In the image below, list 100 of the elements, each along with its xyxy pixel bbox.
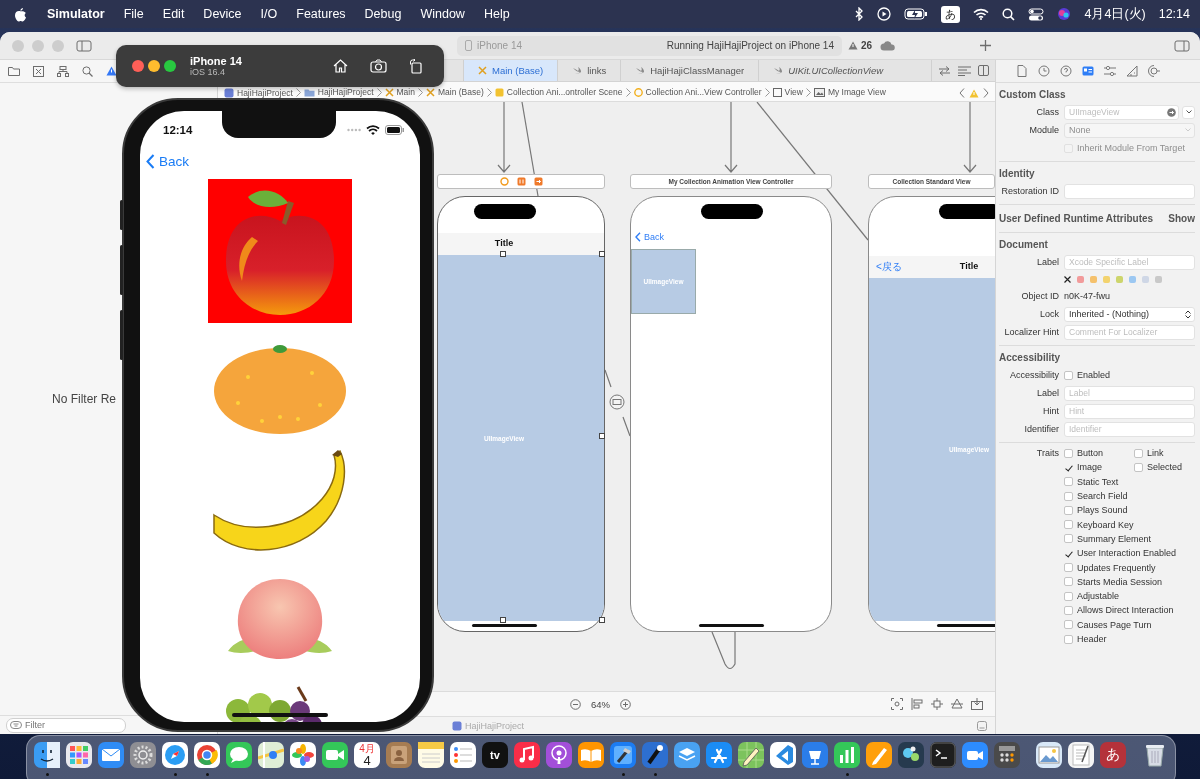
checkbox[interactable] xyxy=(1064,505,1073,515)
close-button[interactable] xyxy=(132,60,144,72)
segue-icon[interactable] xyxy=(609,394,625,410)
cloud-icon[interactable] xyxy=(880,40,896,51)
connection-icon[interactable] xyxy=(1148,65,1160,77)
resize-handle[interactable] xyxy=(599,617,605,623)
editor-tab[interactable]: links xyxy=(557,60,621,81)
checkbox[interactable] xyxy=(1064,591,1073,601)
scene-header[interactable] xyxy=(437,174,605,189)
triangle-icon[interactable] xyxy=(951,698,963,710)
editor-tab[interactable]: UIKit.UICollectionView xyxy=(758,60,898,81)
jump-bar-item[interactable]: View xyxy=(772,88,803,97)
resize-handle[interactable] xyxy=(599,433,605,439)
checkbox[interactable] xyxy=(1064,563,1073,572)
back-button[interactable]: Back xyxy=(635,232,664,242)
menu-item[interactable]: Window xyxy=(420,7,465,21)
color-swatch[interactable] xyxy=(1116,275,1123,283)
clock-icon[interactable] xyxy=(1038,65,1050,77)
warning-icon[interactable] xyxy=(106,66,117,76)
sliders-icon[interactable] xyxy=(1104,65,1116,77)
menu-bar-date[interactable]: 4月4日(火) xyxy=(1084,5,1146,23)
checkbox[interactable] xyxy=(1134,448,1143,458)
hierarchy-icon[interactable] xyxy=(57,65,69,77)
app-menu[interactable]: Simulator xyxy=(47,7,105,21)
back-button[interactable]: <戻る xyxy=(876,260,902,274)
minimize-button[interactable] xyxy=(148,60,160,72)
toggles-icon[interactable] xyxy=(1028,7,1045,21)
color-swatch[interactable] xyxy=(1155,275,1162,283)
folder-icon[interactable] xyxy=(8,66,20,76)
orb-icon[interactable] xyxy=(1057,7,1072,21)
search-icon[interactable] xyxy=(1002,7,1016,21)
clear-icon[interactable] xyxy=(1064,275,1071,283)
resize-handle[interactable] xyxy=(500,251,506,257)
dropdown-button[interactable] xyxy=(1182,105,1195,119)
filter-field[interactable]: Filter xyxy=(6,717,126,733)
text-field[interactable]: Comment For Localizer xyxy=(1064,324,1195,340)
editor-tab[interactable]: Main (Base) xyxy=(463,60,558,81)
resize-handle[interactable] xyxy=(599,251,605,257)
help-icon[interactable] xyxy=(1060,65,1072,77)
checkbox[interactable] xyxy=(1064,577,1073,587)
menu-item[interactable]: Help xyxy=(483,7,510,21)
menu-item[interactable]: Features xyxy=(296,7,346,21)
battery-icon[interactable] xyxy=(904,8,929,20)
swap-arrows-icon[interactable] xyxy=(938,65,951,76)
jump-bar-item[interactable]: Collection Ani...ontroller Scene xyxy=(494,88,623,97)
lines-icon[interactable] xyxy=(958,65,971,76)
color-swatch[interactable] xyxy=(1077,275,1084,283)
ruler-icon[interactable] xyxy=(1126,65,1138,77)
text-field[interactable] xyxy=(1064,183,1195,199)
zoom-button[interactable] xyxy=(164,60,176,72)
jump-bar-item[interactable]: HajiHajiProject xyxy=(303,88,374,97)
checkbox[interactable] xyxy=(1064,448,1073,458)
checkbox[interactable] xyxy=(1064,534,1073,544)
pin-icon[interactable] xyxy=(931,698,943,710)
rotate-icon[interactable] xyxy=(409,58,422,74)
cube-icon[interactable] xyxy=(516,177,526,186)
color-swatch[interactable] xyxy=(1103,275,1110,283)
exit-icon[interactable] xyxy=(533,177,543,186)
checkbox[interactable] xyxy=(1064,477,1073,487)
jump-bar-item[interactable]: HajiHajiProject xyxy=(224,88,293,98)
text-field[interactable]: Label xyxy=(1064,385,1195,401)
inspector-toggle-icon[interactable] xyxy=(1174,39,1190,52)
resize-handle[interactable] xyxy=(500,617,506,623)
menu-item[interactable]: Debug xyxy=(364,7,402,21)
circle-icon[interactable] xyxy=(499,177,509,186)
wifi-icon[interactable] xyxy=(973,8,990,20)
filter-icon[interactable] xyxy=(10,720,22,729)
embed-icon[interactable] xyxy=(971,698,983,710)
menu-item[interactable]: I/O xyxy=(260,7,278,21)
checkbox[interactable] xyxy=(1064,634,1073,644)
color-swatch[interactable] xyxy=(1090,275,1097,283)
menu-bar-clock[interactable]: 12:14 xyxy=(1158,7,1190,21)
color-swatch[interactable] xyxy=(1142,275,1149,283)
class-field[interactable]: UIImageView xyxy=(1064,104,1179,120)
split-view-icon[interactable] xyxy=(978,65,989,76)
jump-bar-item[interactable]: My Image View xyxy=(813,88,886,97)
square-icon[interactable] xyxy=(977,720,987,731)
zoom-out-icon[interactable] xyxy=(570,698,581,710)
menu-item[interactable]: File xyxy=(123,7,144,21)
bluetooth-icon[interactable] xyxy=(855,7,865,21)
zoom-in-icon[interactable] xyxy=(620,698,631,710)
checkbox[interactable] xyxy=(1134,462,1143,472)
checkbox[interactable] xyxy=(1064,620,1073,630)
checkbox[interactable] xyxy=(1064,605,1073,615)
back-button[interactable]: Back xyxy=(146,154,189,169)
jump-bar-item[interactable]: Main (Base) xyxy=(425,88,484,97)
jump-bar-item[interactable]: Main xyxy=(384,88,415,97)
checkbox[interactable] xyxy=(1064,520,1073,530)
cross-box-icon[interactable] xyxy=(33,65,44,77)
editor-tab[interactable]: HajiHajiClassManager xyxy=(620,60,759,81)
color-swatch[interactable] xyxy=(1129,275,1136,283)
chevron-right-icon[interactable] xyxy=(983,88,989,98)
sidebar-toggle-icon[interactable] xyxy=(76,39,92,52)
play-icon[interactable] xyxy=(877,7,892,21)
jump-bar-item[interactable]: Collection Ani...View Controller xyxy=(633,88,762,97)
plus-icon[interactable] xyxy=(980,40,991,51)
apple-icon[interactable] xyxy=(14,6,27,22)
id-card-icon[interactable] xyxy=(1082,65,1094,77)
menu-item[interactable]: Edit xyxy=(162,7,185,21)
lock-popup[interactable]: Inherited - (Nothing) xyxy=(1064,306,1195,322)
